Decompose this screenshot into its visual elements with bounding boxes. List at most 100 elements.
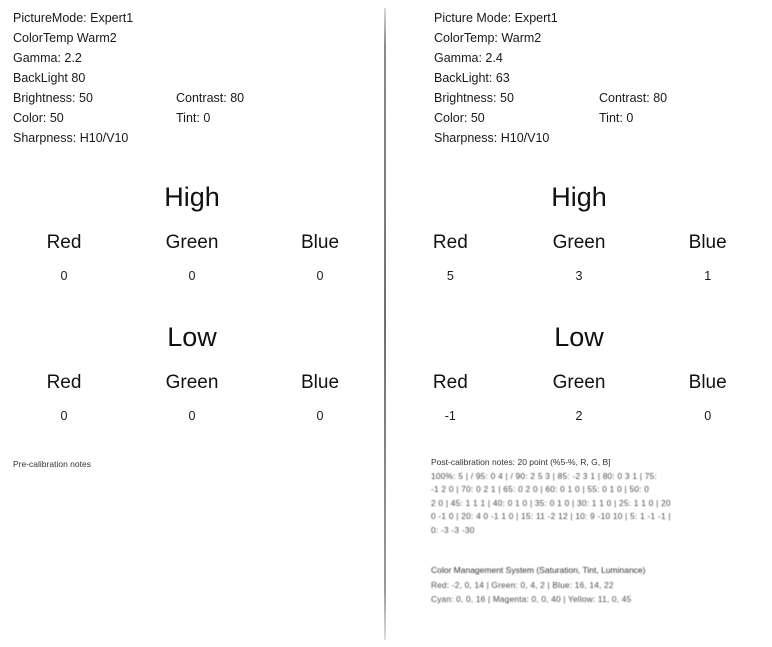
settings-list-post: Picture Mode: Expert1 ColorTemp: Warm2 G… — [434, 8, 667, 148]
high-channel-values: 5 3 1 — [386, 268, 772, 284]
setting-value: 50 — [79, 91, 93, 105]
setting-row: Picture Mode: Expert1 — [434, 8, 558, 28]
setting-label-secondary: Tint: — [176, 111, 200, 125]
channel-value-green: 0 — [188, 409, 196, 423]
low-section-title: Low — [167, 322, 217, 352]
setting-row: Sharpness: H10/V10 — [13, 128, 133, 148]
setting-row: Gamma: 2.4 — [434, 48, 558, 68]
channel-value-red: 0 — [60, 409, 68, 423]
channel-value-blue: 0 — [704, 409, 712, 423]
low-channel-values: -1 2 0 — [386, 408, 772, 424]
setting-label: Brightness: — [434, 91, 497, 105]
channel-label-green: Green — [165, 372, 219, 393]
setting-label: Color: — [13, 111, 47, 125]
notes-line: -1 2 0 | 70: 0 2 1 | 65: 0 2 0 | 60: 0 1… — [431, 484, 650, 495]
channel-value-blue: 0 — [316, 269, 324, 283]
post-calibration-notes: Post-calibration notes: 20 point (%5-%, … — [431, 456, 763, 606]
setting-label: Gamma: — [13, 51, 61, 65]
setting-label: PictureMode: — [13, 11, 87, 25]
notes-title: Pre-calibration notes — [13, 459, 91, 469]
channel-value-blue: 1 — [704, 269, 712, 283]
channel-label-red: Red — [46, 232, 82, 253]
setting-row: PictureMode: Expert1 — [13, 8, 133, 28]
high-channel-values: 0 0 0 — [0, 268, 384, 284]
setting-label: Picture Mode: — [434, 11, 512, 25]
setting-label-secondary: Contrast: — [599, 91, 650, 105]
setting-label: Color: — [434, 111, 468, 125]
setting-value: Warm2 — [501, 31, 542, 45]
setting-value: Warm2 — [76, 31, 117, 45]
setting-label: BackLight: — [434, 71, 493, 85]
setting-label-secondary: Tint: — [599, 111, 623, 125]
setting-label: Sharpness: — [434, 131, 498, 145]
channel-label-red: Red — [46, 372, 82, 393]
setting-label: ColorTemp: — [434, 31, 498, 45]
channel-value-red: -1 — [444, 409, 456, 423]
setting-row: Brightness: 50 Contrast: 80 — [13, 88, 244, 108]
setting-label: BackLight — [13, 71, 68, 85]
channel-label-red: Red — [432, 372, 468, 393]
setting-row: Gamma: 2.2 — [13, 48, 133, 68]
setting-value: 63 — [495, 71, 510, 85]
channel-value-red: 0 — [60, 269, 68, 283]
channel-label-blue: Blue — [688, 232, 727, 253]
channel-value-green: 3 — [575, 269, 583, 283]
post-calibration-panel: Picture Mode: Expert1 ColorTemp: Warm2 G… — [386, 0, 772, 647]
channel-label-red: Red — [432, 232, 468, 253]
channel-value-red: 5 — [446, 269, 454, 283]
low-channel-labels: Red Green Blue — [0, 372, 384, 394]
setting-label: Sharpness: — [13, 131, 77, 145]
setting-label: ColorTemp — [13, 31, 74, 45]
low-channel-labels: Red Green Blue — [386, 372, 772, 394]
high-channel-labels: Red Green Blue — [0, 232, 384, 254]
setting-row: Sharpness: H10/V10 — [434, 128, 558, 148]
setting-value-secondary: 0 — [203, 111, 211, 125]
low-channel-values: 0 0 0 — [0, 408, 384, 424]
setting-row: Brightness: 50 Contrast: 80 — [434, 88, 667, 108]
setting-row: ColorTemp: Warm2 — [434, 28, 558, 48]
setting-value-secondary: 80 — [230, 91, 245, 105]
setting-row: BackLight: 63 — [434, 68, 558, 88]
setting-value: H10/V10 — [79, 131, 129, 145]
high-section-title: High — [551, 182, 607, 212]
setting-value: 80 — [71, 71, 86, 85]
channel-label-blue: Blue — [688, 372, 727, 393]
notes-line: 2 0 | 45: 1 1 1 | 40: 0 1 0 | 35: 0 1 0 … — [431, 497, 671, 508]
setting-value: 50 — [470, 111, 485, 125]
channel-value-green: 2 — [575, 409, 583, 423]
cms-notes-block: Color Management System (Saturation, Tin… — [431, 564, 763, 607]
setting-value: 2.4 — [485, 51, 503, 65]
setting-value: Expert1 — [514, 11, 558, 25]
channel-label-green: Green — [165, 232, 219, 253]
setting-label-secondary: Contrast: — [176, 91, 227, 105]
setting-value-secondary: 0 — [626, 111, 634, 125]
setting-label: Brightness: — [13, 91, 76, 105]
cms-line: Cyan: 0, 0, 16 | Magenta: 0, 0, 40 | Yel… — [431, 594, 632, 605]
settings-list-pre: PictureMode: Expert1 ColorTemp Warm2 Gam… — [13, 8, 244, 148]
cms-title: Color Management System (Saturation, Tin… — [431, 564, 646, 575]
channel-label-green: Green — [552, 232, 606, 253]
cms-line: Red: -2, 0, 14 | Green: 0, 4, 2 | Blue: … — [431, 580, 614, 591]
channel-value-green: 0 — [188, 269, 196, 283]
channel-label-green: Green — [552, 372, 606, 393]
channel-label-blue: Blue — [300, 232, 340, 253]
notes-title: Post-calibration notes: 20 point (%5-%, … — [431, 457, 611, 467]
channel-value-blue: 0 — [316, 409, 324, 423]
pre-calibration-panel: PictureMode: Expert1 ColorTemp Warm2 Gam… — [0, 0, 384, 647]
notes-line: 0: -3 -3 -30 — [431, 524, 475, 535]
setting-row: Color: 50 Tint: 0 — [13, 108, 210, 128]
calibration-sheet: PictureMode: Expert1 ColorTemp Warm2 Gam… — [0, 0, 772, 647]
setting-row: Color: 50 Tint: 0 — [434, 108, 633, 128]
notes-line: 100%: 5 | / 95: 0 4 | / 90: 2 5 3 | 85: … — [431, 470, 658, 481]
setting-value: 2.2 — [64, 51, 82, 65]
setting-row: BackLight 80 — [13, 68, 133, 88]
setting-value: 50 — [49, 111, 64, 125]
setting-label: Gamma: — [434, 51, 482, 65]
setting-value-secondary: 80 — [653, 91, 668, 105]
setting-row: ColorTemp Warm2 — [13, 28, 133, 48]
high-section-title: High — [164, 182, 220, 212]
setting-value: H10/V10 — [500, 131, 550, 145]
setting-value: Expert1 — [90, 11, 134, 25]
pre-calibration-notes: Pre-calibration notes — [13, 458, 91, 472]
high-channel-labels: Red Green Blue — [386, 232, 772, 254]
